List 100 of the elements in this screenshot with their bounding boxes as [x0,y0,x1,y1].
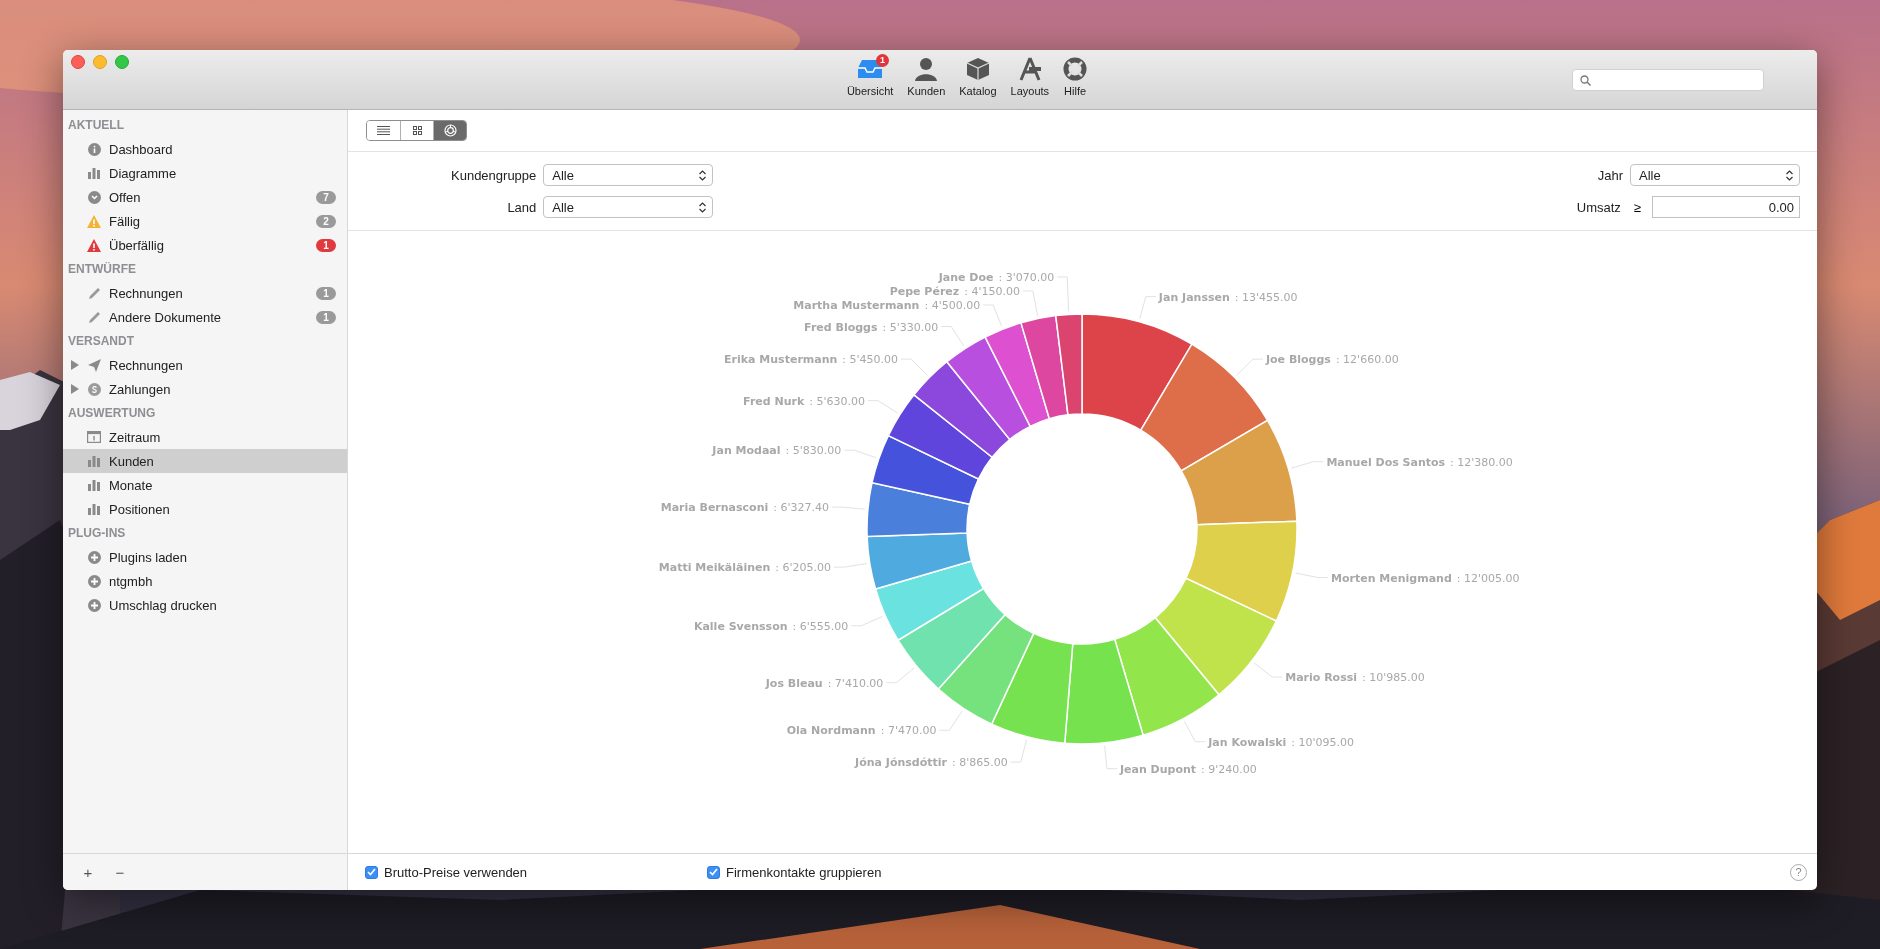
warning-icon [87,238,101,252]
zoom-button[interactable] [115,55,129,69]
chart-label: Jan Modaal : 5'830.00 [712,444,842,458]
box-icon [965,57,990,81]
coin-icon [87,382,101,396]
leader-line [938,710,963,731]
chart-label: Matti Meikäläinen : 6'205.00 [658,561,832,575]
sidebar-item[interactable]: Dashboard [63,137,347,161]
add-icon [87,574,101,588]
chart-label: Fred Bloggs : 5'330.00 [804,320,939,334]
section-heading: PLUG-INS [67,525,127,542]
chart-label: Morten Menigmand : 12'005.00 [1331,571,1520,585]
sidebar-item[interactable]: Monate [63,473,347,497]
dropdown[interactable]: Alle [543,196,714,218]
filter-label: Kundengruppe [451,167,537,183]
chart-label: Martha Mustermann : 4'500.00 [793,298,981,312]
leader-line [1139,296,1157,320]
updown-arrows-icon [1786,169,1793,181]
inbox-icon [856,58,885,80]
section-heading: VERSANDT [67,333,135,350]
leader-line [940,326,965,347]
sidebar-item[interactable]: Rechnungen 1 [63,281,347,305]
count-badge: 1 [316,238,336,252]
section-heading: AKTUELL [67,117,125,134]
chart-label: Ola Nordmann : 7'470.00 [786,724,937,738]
toolbar-button[interactable]: Hilfe [1060,55,1091,109]
grid-icon [412,126,422,135]
sidebar-item[interactable]: Fällig 2 [63,209,347,233]
amount-field[interactable]: 0.00 [1652,196,1800,218]
person-icon [914,57,939,81]
checkbox-option[interactable]: Brutto-Preise verwenden [365,864,707,880]
add-icon [87,598,101,612]
calendar-icon [87,431,101,443]
checkbox[interactable] [365,865,378,879]
toolbar-button[interactable]: Kunden [904,55,949,109]
checkmark-icon [709,868,718,876]
leader-line [885,667,915,684]
bar-chart-icon [88,503,100,515]
chart-label: Erika Mustermann : 5'450.00 [724,353,899,367]
toolbar-button[interactable]: 1 Übersicht [843,55,897,109]
minimize-button[interactable] [93,55,107,69]
operator-sign: ≥ [1633,199,1641,215]
chart-label: Fred Nurk : 5'630.00 [743,394,865,408]
close-button[interactable] [71,55,85,69]
leader-line [833,563,868,568]
clock-icon [87,190,101,204]
leader-line [1010,739,1028,763]
leader-line [867,400,898,414]
sidebar-item[interactable]: Andere Dokumente 1 [63,305,347,329]
sidebar-item[interactable]: Plugins laden [63,545,347,569]
help-button[interactable]: ? [1790,863,1807,881]
sidebar-item[interactable]: Offen 7 [63,185,347,209]
pencil-icon [87,286,101,300]
view-tab[interactable] [433,121,466,140]
sidebar-item[interactable]: Zahlungen [63,377,347,401]
updown-arrows-icon [699,201,707,213]
sidebar-item[interactable]: Umschlag drucken [63,593,347,617]
footer-button[interactable]: − [110,863,130,881]
add-icon [87,550,101,564]
chart-label: Jóna Jónsdóttir : 8'865.00 [855,756,1008,770]
leader-line [900,358,928,376]
filter-label: Umsatz [1576,199,1621,215]
chart-label: Jos Bleau : 7'410.00 [765,676,884,690]
toolbar-button[interactable]: Katalog [956,55,1000,109]
chart-label: Jan Janssen : 13'455.00 [1158,290,1298,304]
chart-label: Pepe Pérez : 4'150.00 [889,284,1020,298]
sidebar-item[interactable]: Kunden [63,449,347,473]
leader-line [850,616,883,627]
leader-line [1022,290,1039,317]
filter-label: Land [507,199,537,215]
leader-line [982,304,1003,327]
bar-chart-icon [88,167,100,179]
sidebar-item[interactable]: Rechnungen [63,353,347,377]
chart-label: Jean Dupont : 9'240.00 [1120,762,1257,776]
disclosure-triangle-icon[interactable] [71,360,79,370]
sidebar-item[interactable]: Zeitraum [63,425,347,449]
toolbar-button[interactable]: Layouts [1007,55,1053,109]
sidebar-item[interactable]: Überfällig 1 [63,233,347,257]
count-badge: 2 [316,214,336,228]
updown-arrows-icon [699,169,707,181]
sidebar-item[interactable]: Diagramme [63,161,347,185]
count-badge: 7 [316,190,336,204]
dropdown[interactable]: Alle [1630,164,1800,186]
dropdown[interactable]: Alle [543,164,714,186]
checkbox[interactable] [707,865,720,879]
disclosure-triangle-icon[interactable] [71,384,79,394]
chart-label: Maria Bernasconi : 6'327.40 [660,501,829,515]
footer-button[interactable]: + [78,863,98,881]
sidebar-item[interactable]: ntgmbh [63,569,347,593]
count-badge: 1 [316,286,336,300]
paper-plane-icon [87,358,101,372]
chart-label: Jane Doe : 3'070.00 [938,270,1055,284]
chart-label: Manuel Dos Santos : 12'380.00 [1326,455,1513,469]
count-badge: 1 [316,310,336,324]
leader-line [1290,461,1324,469]
leader-line [1104,745,1118,770]
sidebar-item[interactable]: Positionen [63,497,347,521]
search-field[interactable] [1572,69,1764,91]
checkbox-option[interactable]: Firmenkontakte gruppieren [707,864,1049,880]
chart-label: Mario Rossi : 10'985.00 [1285,671,1425,684]
